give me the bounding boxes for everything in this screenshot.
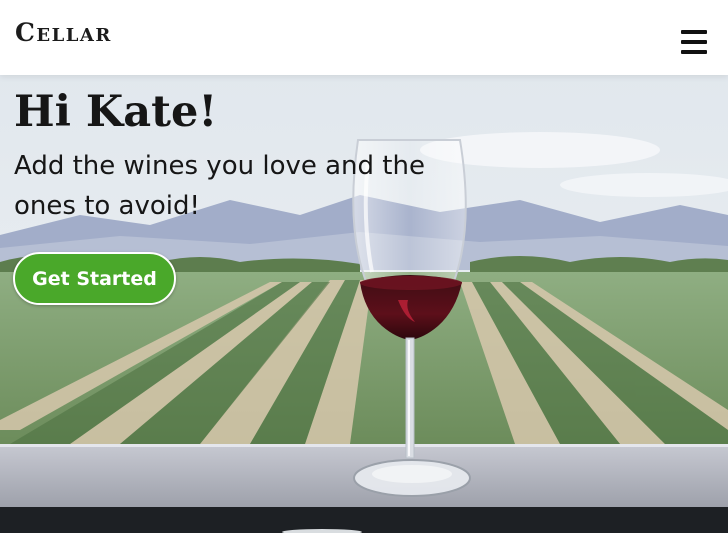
menu-line-bottom — [681, 50, 707, 54]
bottom-decoration — [282, 529, 362, 533]
get-started-button[interactable]: Get Started — [13, 252, 176, 305]
cellar-logo[interactable]: Cellar — [15, 20, 112, 45]
hamburger-menu-icon[interactable] — [681, 30, 707, 54]
menu-line-top — [681, 30, 707, 34]
bottom-section-bar — [0, 507, 728, 533]
greeting-heading: Hi Kate! — [14, 87, 218, 137]
top-navigation-bar: Cellar — [0, 0, 728, 75]
hero-subtitle: Add the wines you love and the ones to a… — [14, 151, 425, 221]
landing-page: Cellar Hi Kate! Add the wines you love a… — [0, 0, 728, 533]
menu-line-middle — [681, 40, 707, 44]
